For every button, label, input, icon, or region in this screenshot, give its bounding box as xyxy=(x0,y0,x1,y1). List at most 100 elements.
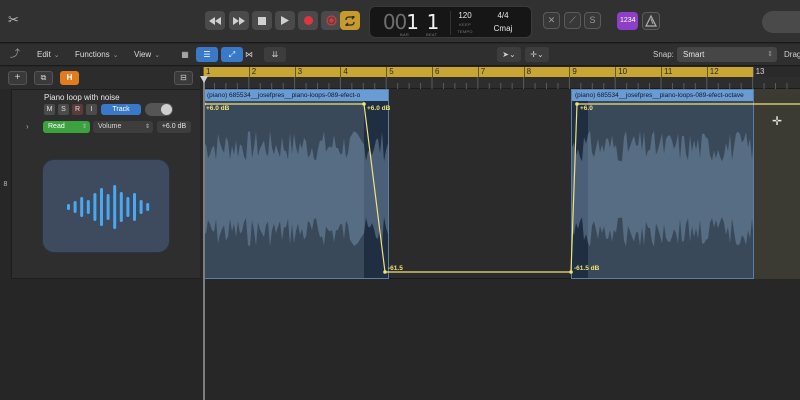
bar-number: 3 xyxy=(294,67,302,77)
snap-select[interactable]: Smart ⇕ xyxy=(677,47,777,62)
lcd-tempo-sub: TEMPO xyxy=(457,29,473,34)
stop-button[interactable] xyxy=(252,11,272,30)
fast-forward-button[interactable] xyxy=(229,11,249,30)
chevron-updown-icon: ⇕ xyxy=(144,124,150,130)
lcd-bar-label: BAR xyxy=(400,32,410,37)
automation-mode-value: Read xyxy=(48,123,65,130)
track-number: 8 xyxy=(0,89,12,279)
no-overlap-icon[interactable]: ✕ xyxy=(543,12,560,29)
snap-value: Smart xyxy=(683,50,705,59)
catch-icon[interactable]: ⇊ xyxy=(264,47,286,62)
bar-number: 10 xyxy=(615,67,627,77)
ruler-top[interactable]: 1 2 3 4 5 6 7 8 9 10 11 12 13 xyxy=(203,67,800,77)
volume-automation-curve[interactable] xyxy=(203,89,800,400)
mute-button[interactable]: M xyxy=(44,104,55,115)
automation-point[interactable] xyxy=(383,270,387,274)
lcd-tempo: 120 xyxy=(458,11,472,20)
automation-label: +6.0 xyxy=(580,105,593,112)
automation-param-select[interactable]: Volume ⇕ xyxy=(93,121,153,133)
snap-label: Snap: xyxy=(653,50,674,59)
automation-point[interactable] xyxy=(575,102,579,106)
bar-number: 7 xyxy=(477,67,485,77)
track-icon[interactable] xyxy=(42,159,170,253)
capture-record-icon xyxy=(325,15,337,26)
bar-number: 13 xyxy=(752,67,765,77)
bar-number: 8 xyxy=(523,67,531,77)
playhead[interactable] xyxy=(203,77,205,400)
chevron-updown-icon: ⇕ xyxy=(767,51,773,58)
bar-number: 12 xyxy=(706,67,719,77)
secondary-tool-icon[interactable]: ✛⌄ xyxy=(525,47,549,62)
view-menu-label: View xyxy=(134,50,152,59)
track-list-header: + ⧉ H ⊟ xyxy=(0,67,200,89)
grid-view-icon[interactable]: ▦ xyxy=(174,47,196,62)
automation-mode-select[interactable]: Read ⇕ xyxy=(43,121,90,133)
lcd-key: Cmaj xyxy=(493,24,513,33)
metronome-icon[interactable] xyxy=(642,12,660,30)
cycle-button[interactable] xyxy=(340,11,360,30)
arrange-area[interactable]: (piano) 685534__josefpres__piano-loops-0… xyxy=(203,89,800,400)
disclosure-triangle-icon[interactable]: › xyxy=(26,122,29,131)
rewind-icon xyxy=(209,16,221,25)
input-monitor-button[interactable]: I xyxy=(86,104,97,115)
tick-marks xyxy=(202,77,788,89)
lcd-beat-label: BEAT xyxy=(426,32,438,37)
back-arrow-icon[interactable]: ⤴ xyxy=(10,48,20,62)
hide-track-button[interactable]: H xyxy=(60,71,79,85)
record-icon xyxy=(303,16,313,25)
rewind-button[interactable] xyxy=(205,11,225,30)
lcd-tempo-label: KEEP xyxy=(459,22,471,27)
bar-number: 11 xyxy=(661,67,672,77)
automation-label: +6.0 dB xyxy=(206,105,230,112)
count-in-badge[interactable]: 1234 xyxy=(617,12,638,30)
chevron-down-icon: ⌄ xyxy=(53,52,60,59)
list-editors-button[interactable] xyxy=(762,11,800,33)
bar-number: 6 xyxy=(432,67,439,77)
move-cursor-icon: ✛ xyxy=(772,114,783,128)
bar-number: 4 xyxy=(340,67,348,77)
ruler[interactable]: 1 2 3 4 5 6 7 8 9 10 11 12 13 xyxy=(202,67,800,89)
lcd-display[interactable]: 001 1 BAR BEAT 120 KEEP TEMPO 4/4 Cmaj xyxy=(369,6,532,38)
chevron-down-icon: ⌄ xyxy=(154,52,161,59)
record-button[interactable] xyxy=(298,11,318,30)
playhead-handle[interactable] xyxy=(200,76,208,83)
functions-menu[interactable]: Functions ⌄ xyxy=(75,48,119,62)
flex-icon[interactable]: ⋈ xyxy=(238,47,260,62)
tuner-icon[interactable]: ⟋ xyxy=(564,12,581,29)
track-name[interactable]: Piano loop with noise xyxy=(44,93,120,102)
bar-number: 2 xyxy=(248,67,256,77)
play-button[interactable] xyxy=(275,11,295,30)
track-on-toggle[interactable] xyxy=(145,103,173,116)
cycle-icon xyxy=(345,15,355,26)
control-bar: ✂ 001 1 BAR BEAT 120 KEEP TEMPO 4/4 Cmaj… xyxy=(0,0,800,43)
toggle-knob xyxy=(161,104,172,115)
drag-label: Drag xyxy=(784,50,800,59)
bar-number: 5 xyxy=(386,67,394,77)
automation-point[interactable] xyxy=(362,102,366,106)
play-icon xyxy=(281,16,289,25)
chevron-down-icon: ⌄ xyxy=(112,52,119,59)
edit-menu[interactable]: Edit ⌄ xyxy=(37,48,60,62)
tracks-toolbar: ⤴ Edit ⌄ Functions ⌄ View ⌄ ▦ ☰ ⤢ ⋈ ⇊ ➤⌄ ✛⌄… xyxy=(0,44,800,66)
chevron-updown-icon: ⇕ xyxy=(81,124,87,130)
automation-label: -61.5 dB xyxy=(574,265,600,272)
solo-icon[interactable]: S xyxy=(584,12,601,29)
automation-label: -61.5 xyxy=(388,265,403,272)
duplicate-track-icon[interactable]: ⧉ xyxy=(34,71,53,85)
pointer-tool-icon[interactable]: ➤⌄ xyxy=(497,47,521,62)
list-view-icon[interactable]: ☰ xyxy=(196,47,218,62)
track-list-empty-area xyxy=(0,280,200,400)
solo-button[interactable]: S xyxy=(58,104,69,115)
automation-value-field[interactable]: +6.0 dB xyxy=(157,121,191,133)
ruler-ticks xyxy=(202,77,800,89)
global-tracks-icon[interactable]: ⊟ xyxy=(174,71,193,85)
automation-param-value: Volume xyxy=(98,123,122,130)
add-track-button[interactable]: + xyxy=(8,71,27,85)
capture-record-button[interactable] xyxy=(321,11,341,30)
edit-menu-label: Edit xyxy=(37,50,51,59)
track-automation-button[interactable]: Track xyxy=(101,104,141,115)
automation-point[interactable] xyxy=(569,270,573,274)
record-enable-button[interactable]: R xyxy=(72,104,83,115)
scissors-icon[interactable]: ✂ xyxy=(8,13,22,27)
view-menu[interactable]: View ⌄ xyxy=(134,48,160,62)
